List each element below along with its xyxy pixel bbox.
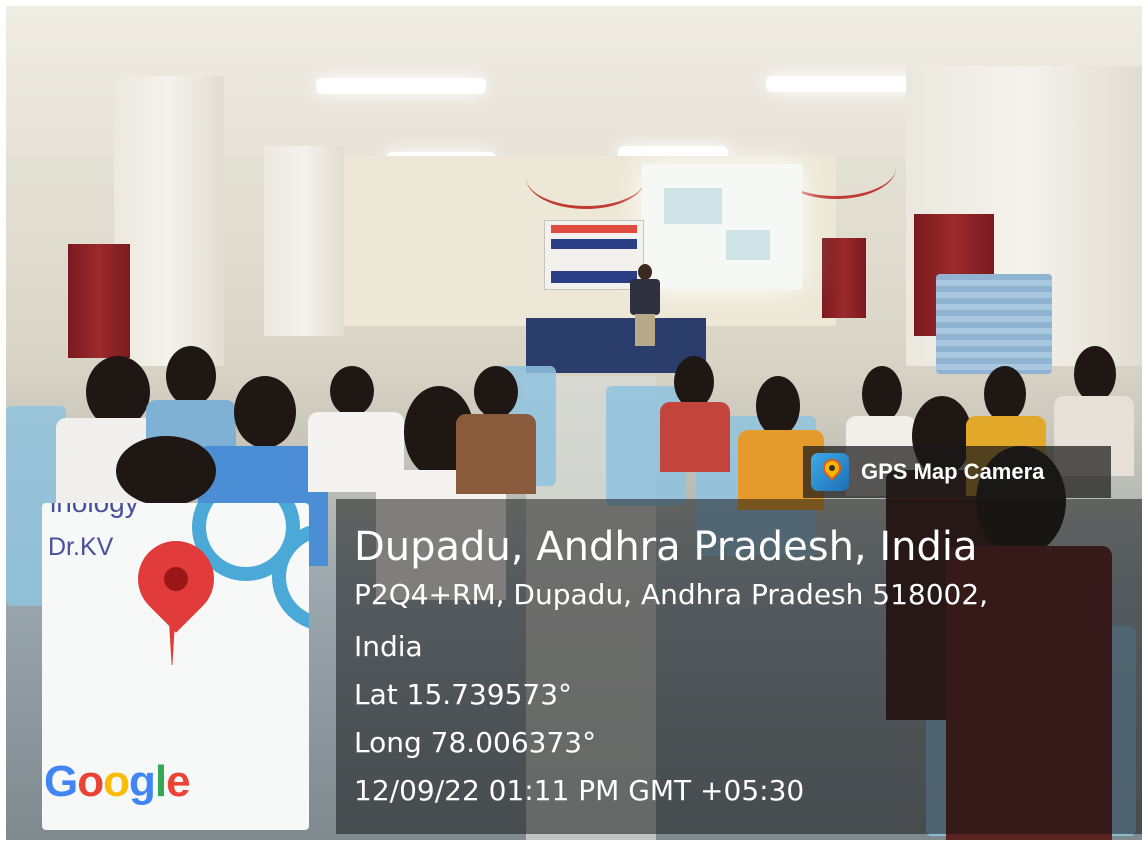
location-pin-tail	[168, 605, 176, 665]
map-label: inology	[50, 503, 139, 519]
app-name: GPS Map Camera	[861, 459, 1045, 484]
event-photo: GPS Map Camera inology Dr.KV Google Dupa…	[6, 6, 1142, 840]
ceiling-light	[316, 78, 486, 94]
app-badge: GPS Map Camera	[803, 446, 1111, 498]
map-thumbnail: inology Dr.KV Google	[42, 503, 309, 830]
window-curtain	[822, 238, 866, 318]
pillar	[114, 76, 224, 366]
address-line: P2Q4+RM, Dupadu, Andhra Pradesh 518002,	[354, 578, 989, 611]
google-logo: Google	[44, 757, 191, 806]
address-country: India	[354, 630, 423, 663]
map-label: Dr.KV	[48, 533, 114, 561]
decoration-garland	[526, 146, 646, 209]
latitude-label: Lat 15.739573°	[354, 678, 573, 711]
pillar	[264, 146, 344, 336]
timestamp-label: 12/09/22 01:11 PM GMT +05:30	[354, 774, 805, 807]
longitude-label: Long 78.006373°	[354, 726, 597, 759]
projector-screen	[642, 164, 802, 289]
ceiling-light	[766, 76, 926, 92]
location-title: Dupadu, Andhra Pradesh, India	[354, 524, 978, 570]
gps-map-camera-icon	[811, 453, 849, 491]
